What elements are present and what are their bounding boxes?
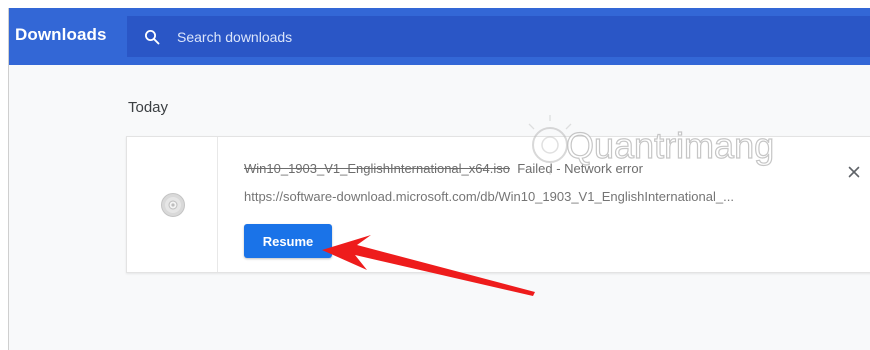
download-title-line: Win10_1903_V1_EnglishInternational_x64.i… bbox=[244, 161, 643, 176]
close-icon bbox=[848, 166, 860, 178]
search-icon[interactable] bbox=[144, 29, 160, 45]
file-icon-area bbox=[127, 137, 218, 272]
downloads-window: Downloads Today Win10_1903_V1_EnglishInt… bbox=[8, 8, 870, 350]
resume-button[interactable]: Resume bbox=[244, 224, 332, 258]
download-item-card: Win10_1903_V1_EnglishInternational_x64.i… bbox=[126, 136, 870, 273]
download-status: Failed - Network error bbox=[517, 161, 643, 176]
page-title: Downloads bbox=[15, 25, 107, 44]
remove-download-button[interactable] bbox=[843, 161, 865, 183]
search-input[interactable] bbox=[175, 24, 739, 50]
disc-icon bbox=[161, 193, 185, 217]
search-box[interactable] bbox=[127, 16, 870, 57]
download-url[interactable]: https://software-download.microsoft.com/… bbox=[244, 189, 734, 204]
downloads-toolbar: Downloads bbox=[9, 8, 870, 65]
date-section-heading: Today bbox=[128, 99, 169, 116]
file-name[interactable]: Win10_1903_V1_EnglishInternational_x64.i… bbox=[244, 161, 510, 176]
